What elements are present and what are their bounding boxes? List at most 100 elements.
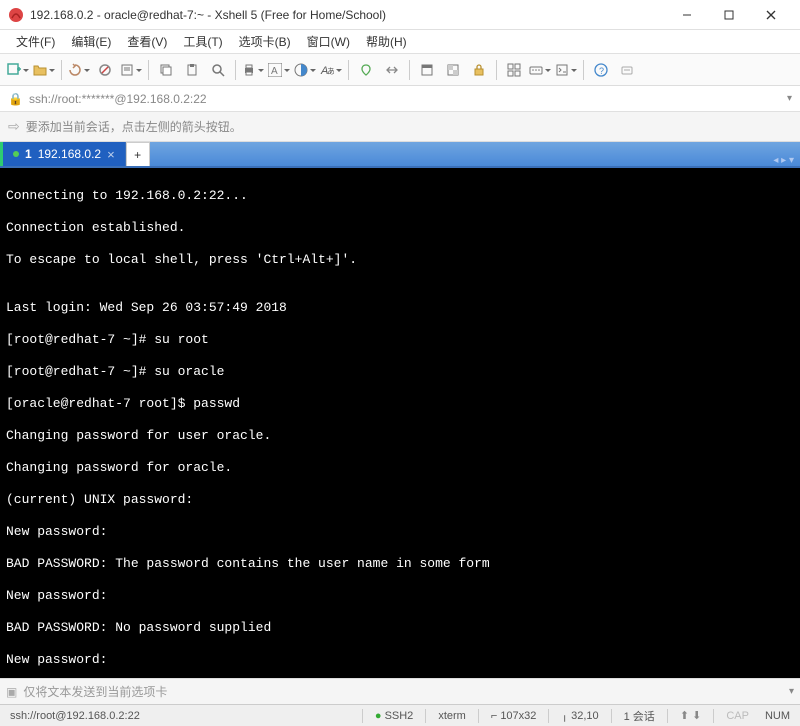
- status-cap: CAP: [722, 710, 753, 722]
- terminal-line: Changing password for oracle.: [6, 460, 794, 476]
- toolbar-separator: [496, 60, 497, 80]
- protocol-icon: ●: [375, 710, 382, 722]
- toolbar-separator: [348, 60, 349, 80]
- encoding-button[interactable]: Aあ: [319, 58, 343, 82]
- session-hint-bar: ⇨ 要添加当前会话，点击左侧的箭头按钮。: [0, 112, 800, 142]
- address-text: ssh://root:*******@192.168.0.2:22: [29, 92, 207, 106]
- print-button[interactable]: [241, 58, 265, 82]
- status-transfer-icon: ⬆ ⬇: [676, 709, 706, 722]
- menu-tabs[interactable]: 选项卡(B): [233, 31, 297, 52]
- help-button[interactable]: ?: [589, 58, 613, 82]
- lock-button[interactable]: [467, 58, 491, 82]
- terminal-output[interactable]: Connecting to 192.168.0.2:22... Connecti…: [0, 168, 800, 678]
- new-session-button[interactable]: [6, 58, 30, 82]
- terminal-line: [root@redhat-7 ~]# su oracle: [6, 364, 794, 380]
- svg-text:?: ?: [599, 66, 604, 76]
- menu-edit[interactable]: 编辑(E): [65, 31, 117, 52]
- menu-file[interactable]: 文件(F): [10, 31, 61, 52]
- script-button[interactable]: [554, 58, 578, 82]
- menu-help[interactable]: 帮助(H): [360, 31, 413, 52]
- transparent-button[interactable]: [441, 58, 465, 82]
- menu-tools[interactable]: 工具(T): [177, 31, 228, 52]
- terminal-line: BAD PASSWORD: The password contains the …: [6, 556, 794, 572]
- tab-number: 1: [25, 147, 32, 161]
- status-separator: [667, 709, 668, 723]
- status-bar: ssh://root@192.168.0.2:22 ● SSH2 xterm ⌐…: [0, 704, 800, 726]
- status-term: xterm: [434, 710, 470, 722]
- send-command-bar[interactable]: ▣ 仅将文本发送到当前选项卡 ▾: [0, 678, 800, 704]
- toolbar-separator: [148, 60, 149, 80]
- lock-icon: 🔒: [8, 92, 23, 106]
- new-tab-button[interactable]: +: [126, 142, 150, 166]
- tab-session-1[interactable]: 1 192.168.0.2 ×: [0, 142, 126, 166]
- menu-bar: 文件(F) 编辑(E) 查看(V) 工具(T) 选项卡(B) 窗口(W) 帮助(…: [0, 30, 800, 54]
- terminal-line: New password:: [6, 652, 794, 668]
- add-session-icon[interactable]: ⇨: [8, 118, 20, 135]
- terminal-line: Connection established.: [6, 220, 794, 236]
- minimize-button[interactable]: [666, 1, 708, 29]
- toolbar-separator: [409, 60, 410, 80]
- terminal-line: BAD PASSWORD: No password supplied: [6, 620, 794, 636]
- close-button[interactable]: [750, 1, 792, 29]
- terminal-line: Changing password for user oracle.: [6, 428, 794, 444]
- status-separator: [611, 709, 612, 723]
- reconnect-button[interactable]: [67, 58, 91, 82]
- tab-close-button[interactable]: ×: [107, 147, 115, 162]
- terminal-line: [oracle@redhat-7 root]$ passwd: [6, 396, 794, 412]
- window-titlebar: 192.168.0.2 - oracle@redhat-7:~ - Xshell…: [0, 0, 800, 30]
- toolbar: A Aあ ?: [0, 54, 800, 86]
- maximize-button[interactable]: [708, 1, 750, 29]
- tile-button[interactable]: [502, 58, 526, 82]
- quick-command-button[interactable]: [615, 58, 639, 82]
- paste-button[interactable]: [180, 58, 204, 82]
- status-separator: [425, 709, 426, 723]
- tab-label: 192.168.0.2: [38, 147, 101, 161]
- status-separator: [362, 709, 363, 723]
- menu-window[interactable]: 窗口(W): [301, 31, 356, 52]
- find-button[interactable]: [206, 58, 230, 82]
- terminal-line: New password:: [6, 588, 794, 604]
- status-separator: [548, 709, 549, 723]
- target-icon: ▣: [6, 685, 17, 699]
- dropdown-icon[interactable]: ▾: [787, 93, 792, 104]
- xagent-button[interactable]: [354, 58, 378, 82]
- dropdown-icon[interactable]: ▾: [789, 686, 794, 697]
- status-path: ssh://root@192.168.0.2:22: [6, 710, 354, 722]
- fullscreen-button[interactable]: [415, 58, 439, 82]
- status-size: ⌐ 107x32: [487, 710, 541, 722]
- xftp-button[interactable]: [380, 58, 404, 82]
- properties-button[interactable]: [119, 58, 143, 82]
- status-separator: [713, 709, 714, 723]
- open-button[interactable]: [32, 58, 56, 82]
- svg-text:A: A: [271, 66, 278, 77]
- toolbar-separator: [61, 60, 62, 80]
- font-button[interactable]: A: [267, 58, 291, 82]
- window-title: 192.168.0.2 - oracle@redhat-7:~ - Xshell…: [30, 8, 666, 22]
- session-hint-text: 要添加当前会话，点击左侧的箭头按钮。: [26, 118, 242, 135]
- position-icon: ╷: [561, 710, 568, 722]
- copy-button[interactable]: [154, 58, 178, 82]
- address-bar[interactable]: 🔒 ssh://root:*******@192.168.0.2:22 ▾: [0, 86, 800, 112]
- terminal-line: Last login: Wed Sep 26 03:57:49 2018: [6, 300, 794, 316]
- terminal-line: Connecting to 192.168.0.2:22...: [6, 188, 794, 204]
- size-icon: ⌐: [491, 710, 497, 722]
- status-num: NUM: [761, 710, 794, 722]
- status-protocol: ● SSH2: [371, 710, 417, 722]
- app-icon: [8, 7, 24, 23]
- color-button[interactable]: [293, 58, 317, 82]
- terminal-line: (current) UNIX password:: [6, 492, 794, 508]
- svg-text:あ: あ: [327, 67, 334, 76]
- menu-view[interactable]: 查看(V): [121, 31, 173, 52]
- terminal-line: [root@redhat-7 ~]# su root: [6, 332, 794, 348]
- status-sessions: 1 会话: [620, 708, 659, 724]
- terminal-line: New password:: [6, 524, 794, 540]
- toolbar-separator: [235, 60, 236, 80]
- connection-status-icon: [13, 151, 19, 157]
- tab-nav[interactable]: ◂ ▸ ▾: [767, 155, 800, 166]
- tab-strip: 1 192.168.0.2 × + ◂ ▸ ▾: [0, 142, 800, 168]
- terminal-line: To escape to local shell, press 'Ctrl+Al…: [6, 252, 794, 268]
- keymap-button[interactable]: [528, 58, 552, 82]
- status-position: ╷ 32,10: [557, 709, 602, 722]
- send-placeholder: 仅将文本发送到当前选项卡: [23, 683, 167, 700]
- disconnect-button[interactable]: [93, 58, 117, 82]
